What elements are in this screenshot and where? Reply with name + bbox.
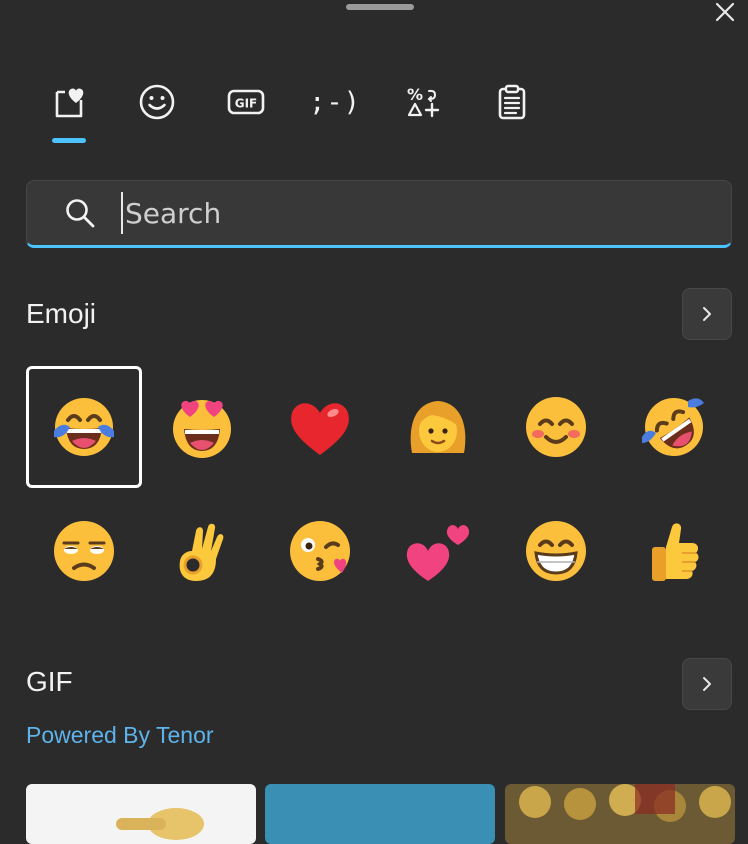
tab-gif[interactable]: GIF (211, 72, 281, 132)
emoji-woman[interactable] (380, 366, 496, 488)
rofl-icon (642, 398, 704, 456)
tab-symbols[interactable]: % (389, 72, 459, 132)
beaming-face-icon (526, 521, 586, 581)
emoji-grid (26, 366, 736, 606)
drag-handle[interactable] (346, 4, 414, 10)
gif-preview-image (116, 808, 204, 840)
chevron-right-icon (703, 677, 711, 691)
tab-recent-favorites[interactable] (34, 72, 104, 143)
search-icon (63, 196, 97, 230)
gif-icon: GIF (227, 89, 265, 115)
symbols-icon: % (407, 85, 440, 118)
gif-thumbnail[interactable] (265, 784, 495, 844)
ok-hand-icon (179, 523, 224, 581)
close-icon (715, 2, 735, 22)
emoji-see-more-button[interactable] (682, 288, 732, 340)
emoji-beaming-face-with-smiling-eyes[interactable] (498, 490, 614, 612)
emoji-smiling-face-with-heart-eyes[interactable] (144, 366, 260, 488)
gif-section-title: GIF (26, 666, 73, 697)
kiss-face-icon (290, 521, 350, 581)
emoji-two-hearts[interactable] (380, 490, 496, 612)
emoji-thumbs-up[interactable] (616, 490, 732, 612)
tab-kaomoji[interactable]: ;-) (300, 72, 370, 132)
emoji-smiling-face-with-smiling-eyes[interactable] (498, 366, 614, 488)
emoji-face-blowing-a-kiss[interactable] (262, 490, 378, 612)
unamused-face-icon (54, 521, 114, 581)
heart-eyes-face-icon (173, 400, 231, 458)
kaomoji-tab-label: ;-) (309, 86, 361, 118)
svg-text:%: % (407, 85, 423, 104)
emoji-face-with-tears-of-joy[interactable] (26, 366, 142, 488)
gif-see-more-button[interactable] (682, 658, 732, 710)
face-with-tears-of-joy-icon (54, 398, 114, 456)
search-box[interactable] (26, 180, 732, 248)
tab-emoji[interactable] (122, 72, 192, 132)
close-button[interactable] (708, 0, 742, 24)
chevron-right-icon (703, 307, 711, 321)
active-tab-indicator (52, 138, 86, 143)
gif-tab-label: GIF (235, 97, 258, 111)
smiley-icon (139, 84, 175, 120)
smiling-eyes-face-icon (526, 397, 586, 457)
gif-thumbnail[interactable] (26, 784, 256, 844)
emoji-red-heart[interactable] (262, 366, 378, 488)
heart-clipboard-icon (55, 88, 84, 118)
two-hearts-icon (406, 525, 470, 581)
emoji-unamused-face[interactable] (26, 490, 142, 612)
clipboard-icon (498, 84, 526, 120)
emoji-rolling-on-the-floor-laughing[interactable] (616, 366, 732, 488)
search-input[interactable] (121, 192, 731, 234)
woman-icon (410, 401, 466, 453)
emoji-ok-hand[interactable] (144, 490, 260, 612)
category-tabs: GIF ;-) % (34, 72, 554, 152)
powered-by-tenor-link[interactable]: Powered By Tenor (26, 722, 214, 749)
tab-clipboard-history[interactable] (477, 72, 547, 132)
gif-preview-image (519, 784, 731, 822)
red-heart-icon (291, 403, 349, 455)
emoji-section-title: Emoji (26, 298, 97, 329)
gif-thumbnail[interactable] (505, 784, 735, 844)
thumbs-up-icon (652, 523, 699, 581)
